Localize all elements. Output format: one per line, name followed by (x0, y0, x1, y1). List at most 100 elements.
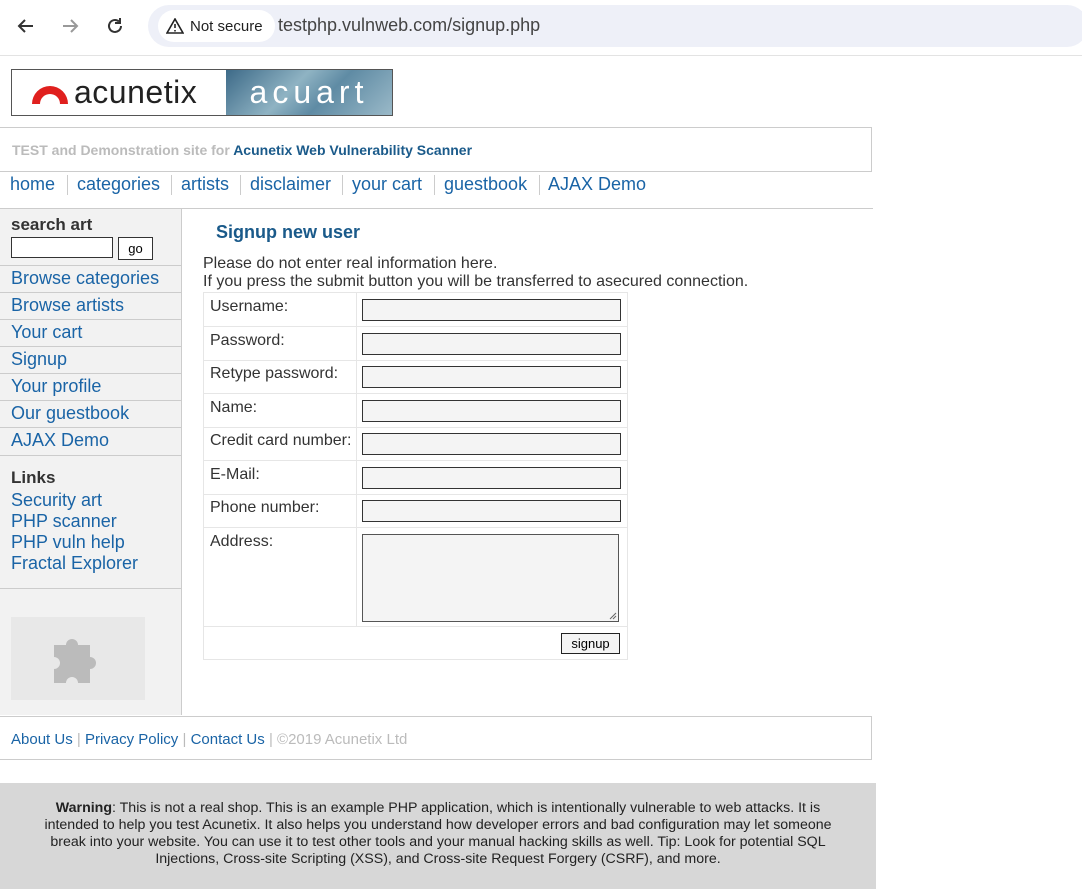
plugin-placeholder (11, 617, 145, 700)
phone-input[interactable] (362, 500, 621, 522)
puzzle-piece-icon (54, 638, 96, 683)
site-logo[interactable]: acunetix acuart (11, 69, 393, 116)
sidebar-item-label: Your cart (11, 322, 83, 342)
acunetix-mark-icon (32, 85, 68, 104)
footer-about-us[interactable]: About Us (11, 731, 73, 748)
username-label: Username: (210, 298, 289, 315)
name-label: Name: (210, 399, 258, 416)
nav-separator (171, 175, 172, 195)
warning-label: Warning (55, 800, 113, 816)
sidebar-item-browse-artists[interactable]: Browse artists (0, 292, 181, 320)
footer-copyright: ©2019 Acunetix Ltd (277, 731, 408, 748)
link-php-scanner[interactable]: PHP scanner (11, 511, 117, 532)
notice-line-1: Please do not enter real information her… (203, 255, 498, 272)
nav-separator (434, 175, 435, 195)
nav-separator (240, 175, 241, 195)
nav-separator (539, 175, 540, 195)
sidebar-item-ajax-demo[interactable]: AJAX Demo (0, 427, 181, 456)
tagline: TEST and Demonstration site for Acunetix… (12, 142, 472, 158)
nav-home[interactable]: home (10, 174, 55, 195)
form-row-name: Name: (204, 394, 627, 428)
acunetix-logo: acunetix (12, 70, 226, 115)
form-row-username: Username: (204, 293, 627, 327)
footer: About Us | Privacy Policy | Contact Us |… (0, 716, 872, 760)
acuart-logo: acuart (226, 70, 392, 115)
browser-toolbar: Not secure testphp.vulnweb.com/signup.ph… (0, 0, 1082, 56)
form-row-credit-card: Credit card number: (204, 427, 627, 461)
form-row-email: E-Mail: (204, 461, 627, 495)
url-text[interactable]: testphp.vulnweb.com/signup.php (278, 15, 540, 36)
name-input[interactable] (362, 400, 621, 422)
footer-privacy-policy[interactable]: Privacy Policy (85, 731, 178, 748)
sidebar-item-label: Browse artists (11, 295, 125, 315)
sidebar-item-browse-categories[interactable]: Browse categories (0, 265, 181, 293)
form-row-password: Password: (204, 327, 627, 361)
sidebar-item-label: Signup (11, 349, 68, 369)
footer-contact-us[interactable]: Contact Us (191, 731, 265, 748)
nav-separator (342, 175, 343, 195)
links-title: Links (11, 468, 56, 487)
credit-card-label: Credit card number: (210, 432, 352, 449)
credit-card-input[interactable] (362, 433, 621, 455)
security-indicator[interactable]: Not secure (158, 10, 275, 42)
security-label: Not secure (190, 17, 263, 35)
sidebar-divider (0, 588, 181, 589)
search-go-button[interactable]: go (118, 237, 153, 260)
sidebar-item-your-profile[interactable]: Your profile (0, 373, 181, 401)
password-label: Password: (210, 332, 285, 349)
tagline-bar: TEST and Demonstration site for Acunetix… (0, 127, 872, 172)
forward-button[interactable] (54, 10, 86, 42)
top-navigation: home categories artists disclaimer your … (0, 172, 873, 209)
notice-line-2: If you press the submit button you will … (203, 273, 749, 290)
logo-text-acuart: acuart (249, 74, 369, 110)
warning-banner: Warning: This is not a real shop. This i… (0, 783, 876, 889)
search-title: search art (11, 215, 93, 234)
resize-grip-icon[interactable] (609, 612, 617, 620)
tagline-prefix: TEST and Demonstration site for (12, 142, 230, 158)
address-textarea[interactable] (362, 534, 619, 622)
nav-guestbook[interactable]: guestbook (444, 174, 527, 195)
email-label: E-Mail: (210, 466, 260, 483)
forward-arrow-icon (63, 19, 79, 33)
reload-button[interactable] (99, 10, 131, 42)
nav-artists[interactable]: artists (181, 174, 229, 195)
logo-text-acunetix: acunetix (74, 74, 198, 110)
tagline-brand-link[interactable]: Acunetix Web Vulnerability Scanner (233, 142, 472, 158)
retype-password-label: Retype password: (210, 365, 339, 382)
link-php-vuln-help[interactable]: PHP vuln help (11, 532, 125, 553)
retype-password-input[interactable] (362, 366, 621, 388)
password-input[interactable] (362, 333, 621, 355)
warning-text: Warning: This is not a real shop. This i… (38, 800, 838, 868)
sidebar-item-label: Our guestbook (11, 403, 130, 423)
address-bar[interactable]: Not secure testphp.vulnweb.com/signup.ph… (148, 5, 1082, 47)
phone-label: Phone number: (210, 499, 320, 516)
username-input[interactable] (362, 299, 621, 321)
warning-triangle-icon (166, 18, 184, 34)
search-input[interactable] (11, 237, 113, 258)
form-row-address: Address: (204, 528, 627, 627)
sidebar-item-label: Your profile (11, 376, 102, 396)
sidebar-item-label: AJAX Demo (11, 430, 110, 450)
nav-ajax-demo[interactable]: AJAX Demo (548, 174, 646, 195)
back-arrow-icon (17, 19, 33, 33)
nav-your-cart[interactable]: your cart (352, 174, 422, 195)
sidebar-item-signup[interactable]: Signup (0, 346, 181, 374)
signup-form: Username: Password: Retype password: Nam… (203, 292, 628, 660)
nav-disclaimer[interactable]: disclaimer (250, 174, 331, 195)
form-row-retype-password: Retype password: (204, 360, 627, 394)
nav-categories[interactable]: categories (77, 174, 160, 195)
signup-button[interactable]: signup (561, 633, 620, 654)
sidebar-item-label: Browse categories (11, 268, 160, 288)
warning-body: : This is not a real shop. This is an ex… (44, 800, 832, 867)
page-title: Signup new user (216, 222, 361, 242)
footer-links: About Us | Privacy Policy | Contact Us |… (11, 731, 408, 748)
sidebar: search art go Browse categories Browse a… (0, 209, 182, 715)
link-fractal-explorer[interactable]: Fractal Explorer (11, 553, 138, 574)
back-button[interactable] (10, 10, 42, 42)
sidebar-item-your-cart[interactable]: Your cart (0, 319, 181, 347)
nav-separator (67, 175, 68, 195)
sidebar-item-our-guestbook[interactable]: Our guestbook (0, 400, 181, 428)
address-label: Address: (210, 533, 274, 550)
email-input[interactable] (362, 467, 621, 489)
link-security-art[interactable]: Security art (11, 490, 102, 511)
